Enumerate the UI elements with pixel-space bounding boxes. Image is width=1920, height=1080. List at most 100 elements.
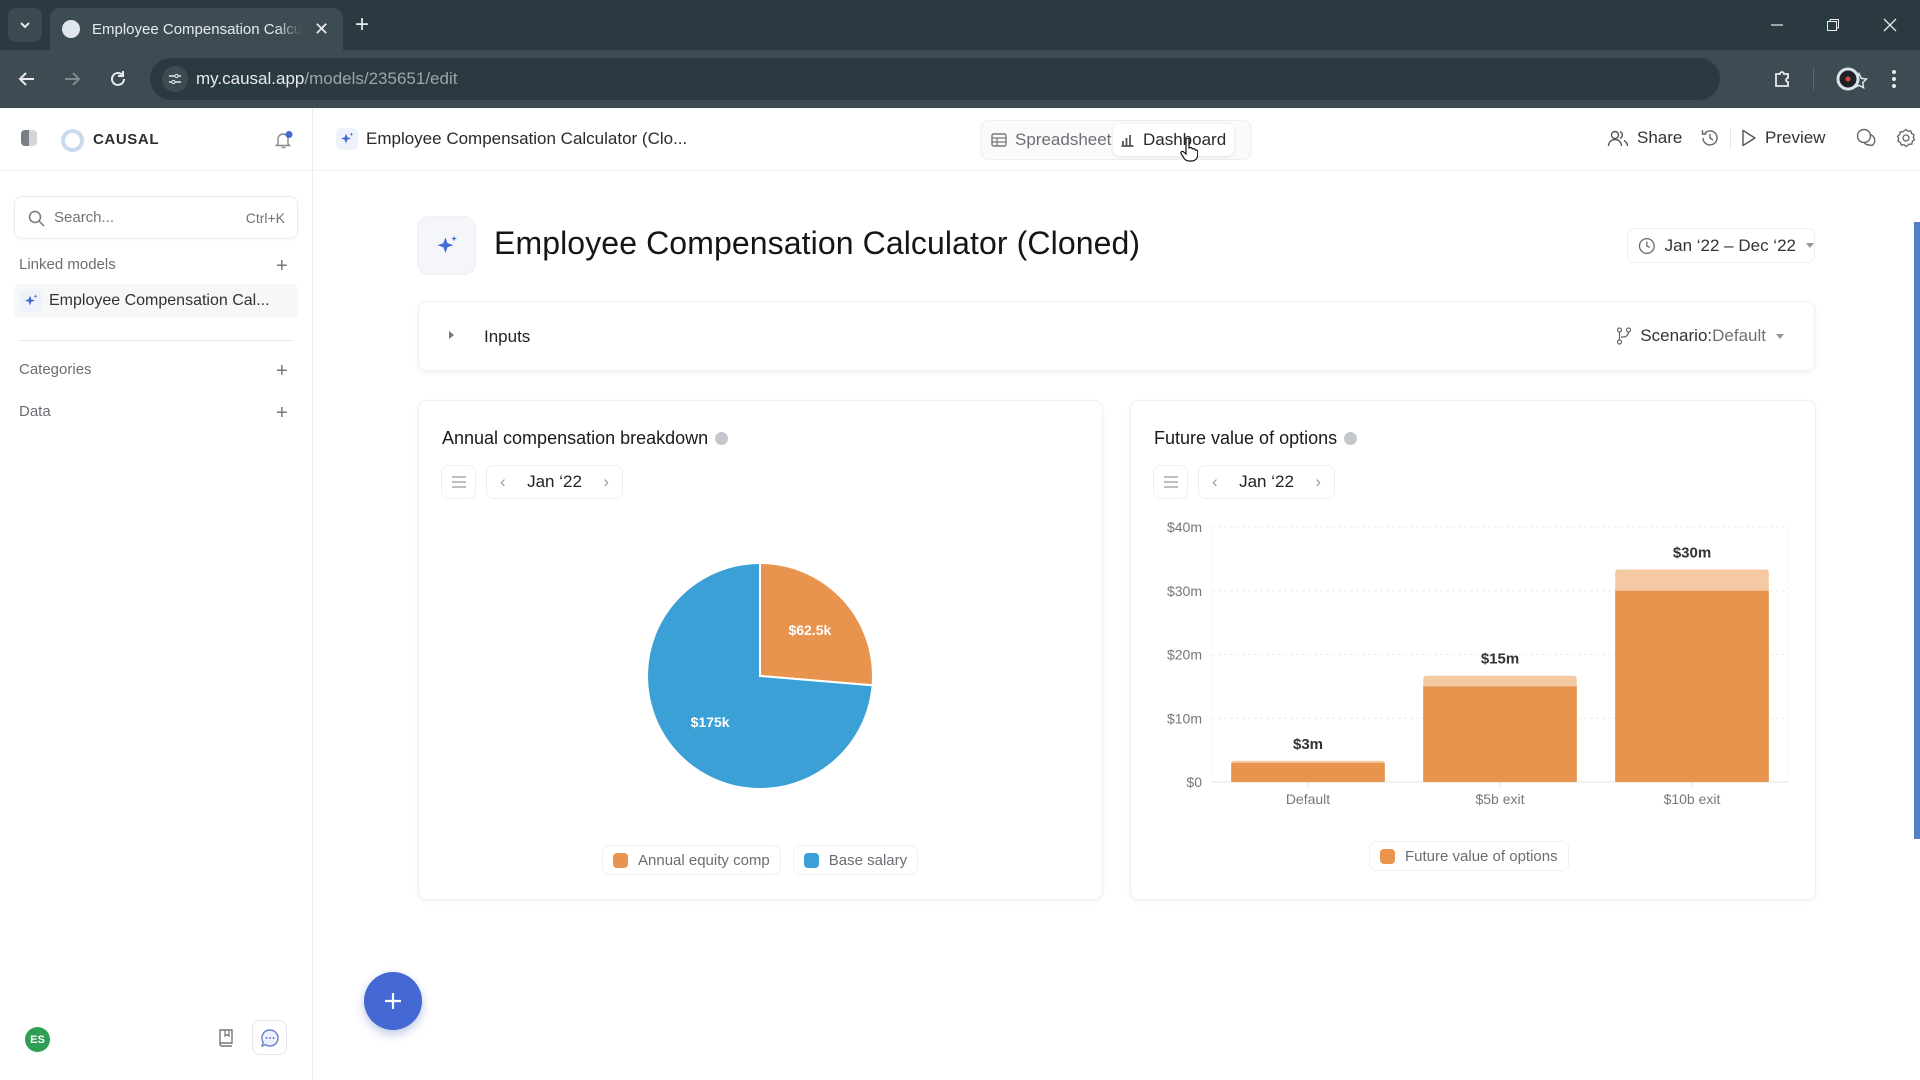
tab-search-button[interactable] <box>8 8 42 42</box>
gear-icon <box>1896 128 1916 148</box>
preview-button[interactable]: Preview <box>1741 128 1825 148</box>
y-tick-label: $30m <box>1167 583 1202 599</box>
comments-button[interactable] <box>1856 128 1877 148</box>
url-text: my.causal.app/models/235651/edit <box>196 69 457 89</box>
pie-data-label: $175k <box>691 714 730 730</box>
date-range-label: Jan ‘22 – Dec ‘22 <box>1664 235 1796 255</box>
browser-tab-strip: Employee Compensation Calculator (Cloned… <box>0 0 1920 50</box>
profile-button[interactable] <box>1833 64 1863 94</box>
legend-item-annual-equity-comp[interactable]: Annual equity comp <box>602 845 781 875</box>
brand-name: CAUSAL <box>93 131 160 148</box>
linked-model-label: Employee Compensation Cal... <box>49 292 270 309</box>
legend-label: Future value of options <box>1405 847 1558 865</box>
legend-swatch <box>1380 848 1395 864</box>
bar-data-label: $15m <box>1481 651 1519 668</box>
tab-spreadsheet[interactable]: Spreadsheet <box>983 124 1119 156</box>
bar-chart-icon <box>1121 135 1134 147</box>
add-category-button[interactable]: + <box>276 361 288 381</box>
settings-button[interactable] <box>1896 128 1916 148</box>
url-path: /models/235651/edit <box>304 69 458 88</box>
legend-item-future-value-of-options[interactable]: Future value of options <box>1369 841 1569 871</box>
browser-tab[interactable]: Employee Compensation Calculator (Cloned… <box>50 8 343 50</box>
y-tick-label: $10m <box>1167 710 1202 726</box>
legend-item-base-salary[interactable]: Base salary <box>792 845 919 875</box>
pie-chart: $62.5k $175k <box>646 561 874 790</box>
support-chat-button[interactable] <box>252 1020 287 1055</box>
caret-down-icon <box>1806 243 1814 248</box>
scenario-value: Default <box>1712 326 1766 345</box>
linked-model-item[interactable]: Employee Compensation Cal... <box>14 284 298 318</box>
sparkle-icon <box>20 290 42 312</box>
plus-icon <box>385 993 401 1009</box>
sidebar-toggle-icon[interactable] <box>21 130 37 146</box>
x-tick-label: Default <box>1286 791 1330 807</box>
add-widget-button[interactable] <box>364 972 422 1030</box>
expand-chevron-icon[interactable] <box>449 331 454 339</box>
reload-button[interactable] <box>103 64 133 94</box>
add-linked-model-button[interactable]: + <box>276 256 288 276</box>
version-history-button[interactable] <box>1700 128 1720 148</box>
toolbar-separator <box>1813 68 1814 90</box>
restore-icon <box>1827 19 1839 31</box>
y-tick-label: $40m <box>1167 519 1202 535</box>
page-scrollbar[interactable] <box>1914 222 1920 839</box>
sidebar: CAUSAL Search... Ctrl+K Linked models + … <box>0 108 313 1080</box>
x-tick-label: $5b exit <box>1475 791 1524 807</box>
tune-icon <box>169 73 181 85</box>
tab-dashboard[interactable]: Dashboard <box>1113 124 1235 156</box>
date-range-picker[interactable]: Jan ‘22 – Dec ‘22 <box>1627 228 1815 263</box>
docs-button[interactable] <box>218 1028 235 1047</box>
bar--5b-exit[interactable] <box>1423 686 1577 782</box>
pie-legend: Annual equity comp Base salary <box>602 845 919 875</box>
causal-logo-icon <box>61 129 84 152</box>
back-button[interactable] <box>12 64 42 94</box>
share-button[interactable]: Share <box>1607 128 1682 148</box>
scenario-selector[interactable]: Scenario: Default <box>1616 326 1784 346</box>
arrow-left-icon <box>18 72 34 86</box>
y-tick-label: $20m <box>1167 647 1202 663</box>
bar-legend: Future value of options <box>1369 841 1569 871</box>
profile-avatar-icon <box>1836 67 1860 91</box>
browser-toolbar: my.causal.app/models/235651/edit <box>0 50 1920 108</box>
site-info-button[interactable] <box>162 66 188 92</box>
bar--10b-exit[interactable] <box>1615 590 1769 782</box>
minimize-icon <box>1771 24 1783 26</box>
model-icon <box>417 216 476 275</box>
notifications-button[interactable] <box>274 130 294 150</box>
chat-bubble-icon <box>260 1028 279 1047</box>
comments-icon <box>1856 128 1876 147</box>
close-tab-icon[interactable]: ✕ <box>314 19 329 40</box>
sidebar-search-input[interactable]: Search... Ctrl+K <box>14 196 298 239</box>
table-icon <box>991 133 1007 147</box>
clock-icon <box>1638 237 1655 254</box>
view-switcher: Spreadsheet Dashboard <box>980 120 1252 160</box>
section-data-label: Data <box>19 403 51 420</box>
bar-default[interactable] <box>1231 762 1385 782</box>
address-bar[interactable]: my.causal.app/models/235651/edit <box>150 58 1868 100</box>
new-tab-button[interactable]: + <box>355 12 369 38</box>
scenario-label: Scenario: <box>1640 326 1713 345</box>
search-shortcut: Ctrl+K <box>245 210 285 226</box>
chart-card-compensation-breakdown: Annual compensation breakdown ‹ Jan ‘22 … <box>418 400 1103 900</box>
restore-button[interactable] <box>1813 10 1853 40</box>
chevron-down-icon <box>20 22 30 29</box>
minimize-button[interactable] <box>1757 10 1797 40</box>
model-breadcrumb-title[interactable]: Employee Compensation Calculator (Clo... <box>366 129 687 149</box>
book-icon <box>219 1029 233 1047</box>
search-icon <box>28 210 45 227</box>
forward-button[interactable] <box>57 64 87 94</box>
close-window-button[interactable] <box>1870 10 1910 40</box>
tab-spreadsheet-label: Spreadsheet <box>1015 130 1112 149</box>
play-icon <box>1742 129 1756 147</box>
y-tick-label: $0 <box>1186 774 1202 790</box>
inputs-label[interactable]: Inputs <box>484 327 530 347</box>
browser-menu-button[interactable] <box>1879 64 1909 94</box>
user-avatar[interactable]: ES <box>25 1027 50 1052</box>
preview-label: Preview <box>1765 128 1826 147</box>
extensions-button[interactable] <box>1767 64 1797 94</box>
add-data-button[interactable]: + <box>276 403 288 423</box>
legend-label: Base salary <box>828 851 908 869</box>
section-categories-label: Categories <box>19 361 92 378</box>
model-sparkle-icon <box>336 128 358 150</box>
bar-data-label: $3m <box>1293 736 1323 753</box>
